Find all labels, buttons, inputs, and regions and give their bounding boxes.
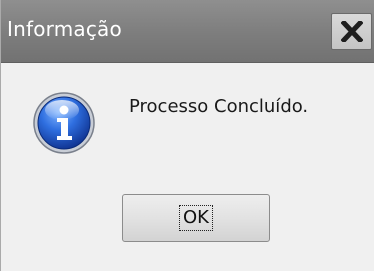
title-bar[interactable]: Informação <box>1 0 374 63</box>
close-x-icon <box>341 21 363 42</box>
ok-button-label: OK <box>179 205 213 231</box>
window-title: Informação <box>7 17 122 41</box>
dialog-body: Processo Concluído. OK <box>1 63 374 271</box>
dialog-window: Informação Processo Concluído. OK <box>0 0 374 271</box>
dialog-message: Processo Concluído. <box>129 96 309 117</box>
information-icon <box>33 92 95 154</box>
ok-button[interactable]: OK <box>122 194 270 242</box>
close-button[interactable] <box>331 13 372 50</box>
